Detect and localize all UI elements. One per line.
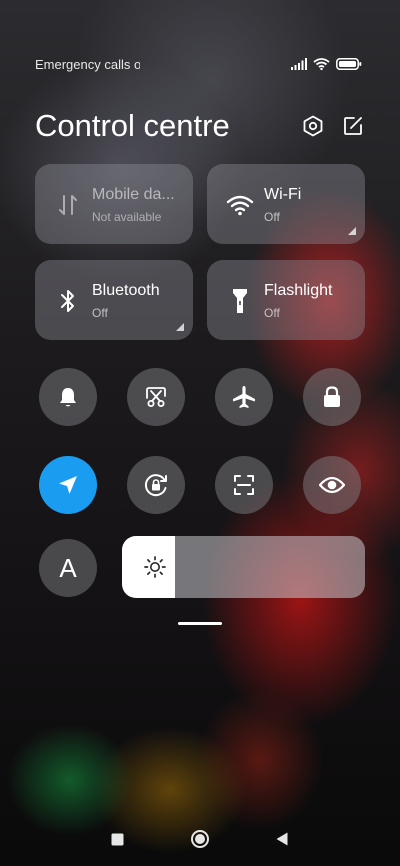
header: Control centre xyxy=(35,106,365,146)
silent-toggle[interactable] xyxy=(39,368,97,426)
header-actions xyxy=(301,114,365,138)
lock-screen-toggle[interactable] xyxy=(303,368,361,426)
flashlight-tile[interactable]: Flashlight Off xyxy=(207,260,365,340)
back-button[interactable] xyxy=(267,826,297,852)
bluetooth-status: Off xyxy=(92,306,108,320)
airplane-toggle[interactable] xyxy=(215,368,273,426)
mobile-data-label: Mobile da... xyxy=(92,186,175,203)
wifi-expand-corner[interactable] xyxy=(348,227,356,235)
drag-handle[interactable] xyxy=(178,622,222,625)
scanner-toggle[interactable] xyxy=(215,456,273,514)
mobile-data-arrows-icon xyxy=(53,190,83,220)
wifi-label: Wi-Fi xyxy=(264,186,302,203)
wifi-status-icon xyxy=(313,58,330,70)
wifi-tile[interactable]: Wi-Fi Off xyxy=(207,164,365,244)
screenshot-scissors-icon xyxy=(146,387,166,407)
eye-icon xyxy=(318,476,346,494)
home-circle-icon xyxy=(191,830,209,848)
bluetooth-label: Bluetooth xyxy=(92,282,160,299)
edit-icon xyxy=(344,117,362,135)
battery-icon xyxy=(336,58,362,70)
signal-icon xyxy=(291,58,307,70)
lock-icon xyxy=(324,386,340,407)
bluetooth-icon xyxy=(53,286,83,316)
recents-button[interactable] xyxy=(102,826,132,852)
reading-mode-toggle[interactable] xyxy=(303,456,361,514)
navigation-bar xyxy=(0,826,400,852)
auto-brightness-label: A xyxy=(59,552,77,583)
home-button[interactable] xyxy=(185,826,215,852)
settings-hex-icon xyxy=(303,115,323,137)
back-triangle-icon xyxy=(276,832,288,846)
flashlight-label: Flashlight xyxy=(264,282,333,299)
rotation-lock-icon xyxy=(144,474,167,497)
sun-icon xyxy=(144,556,166,578)
mobile-data-tile[interactable]: Mobile da... Not available xyxy=(35,164,193,244)
bell-icon xyxy=(60,388,76,407)
flashlight-icon xyxy=(225,286,255,316)
screenshot-toggle[interactable] xyxy=(127,368,185,426)
brightness-slider[interactable] xyxy=(122,536,365,598)
wifi-icon xyxy=(225,190,255,220)
status-icons xyxy=(291,58,362,70)
square-icon xyxy=(111,833,123,845)
flashlight-status: Off xyxy=(264,306,280,320)
bluetooth-expand-corner[interactable] xyxy=(176,323,184,331)
rotation-lock-toggle[interactable] xyxy=(127,456,185,514)
auto-brightness-button[interactable]: A xyxy=(39,539,97,597)
status-text: Emergency calls o xyxy=(35,56,140,72)
settings-button[interactable] xyxy=(301,114,325,138)
airplane-icon xyxy=(233,386,255,408)
edit-button[interactable] xyxy=(341,114,365,138)
scanner-icon xyxy=(234,475,254,495)
status-bar: Emergency calls o xyxy=(35,55,362,73)
bluetooth-tile[interactable]: Bluetooth Off xyxy=(35,260,193,340)
location-toggle[interactable] xyxy=(39,456,97,514)
mobile-data-status: Not available xyxy=(92,210,162,224)
location-arrow-icon xyxy=(59,476,77,494)
wifi-status: Off xyxy=(264,210,280,224)
